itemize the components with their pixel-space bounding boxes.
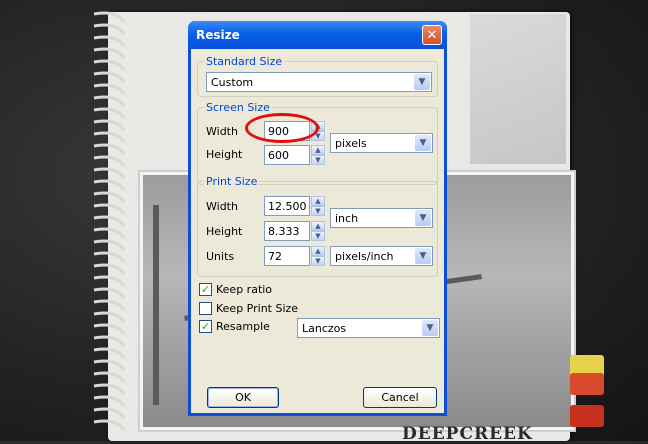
print-height-value: 8.333 bbox=[268, 225, 300, 238]
chevron-down-icon: ▼ bbox=[414, 74, 430, 90]
units-unit-select[interactable]: pixels/inch ▼ bbox=[330, 246, 433, 266]
units-value: 72 bbox=[268, 250, 282, 263]
print-unit-value: inch bbox=[335, 212, 359, 225]
print-height-input[interactable]: 8.333 bbox=[264, 221, 310, 241]
arrow-up-icon[interactable]: ▲ bbox=[311, 246, 325, 256]
dialog-body: Standard Size Custom ▼ Screen Size Width… bbox=[191, 49, 444, 413]
sketch-illustration bbox=[470, 14, 566, 164]
screen-size-group: Screen Size Width 900 ▲ ▼ Height 600 ▲ ▼… bbox=[197, 101, 438, 185]
arrow-down-icon[interactable]: ▼ bbox=[311, 231, 325, 241]
dialog-title: Resize bbox=[196, 28, 240, 42]
units-input[interactable]: 72 bbox=[264, 246, 310, 266]
highlight-ring bbox=[245, 113, 319, 143]
screen-unit-select[interactable]: pixels ▼ bbox=[330, 133, 433, 153]
chevron-down-icon: ▼ bbox=[415, 135, 431, 151]
check-icon: ✓ bbox=[200, 320, 211, 333]
screen-size-legend: Screen Size bbox=[204, 101, 272, 114]
resample-method-value: Lanczos bbox=[302, 322, 347, 335]
check-icon: ✓ bbox=[200, 283, 211, 296]
print-width-spinner[interactable]: ▲ ▼ bbox=[311, 196, 325, 216]
print-size-legend: Print Size bbox=[204, 175, 260, 188]
close-icon: ✕ bbox=[426, 28, 438, 43]
screen-height-spinner[interactable]: ▲ ▼ bbox=[311, 145, 325, 165]
brand-text: DEEPCREEK bbox=[402, 424, 533, 444]
close-button[interactable]: ✕ bbox=[422, 25, 442, 45]
screen-height-value: 600 bbox=[268, 149, 289, 162]
standard-size-legend: Standard Size bbox=[204, 55, 285, 68]
standard-size-value: Custom bbox=[211, 76, 254, 89]
keep-print-size-label[interactable]: Keep Print Size bbox=[216, 302, 298, 315]
print-height-label: Height bbox=[206, 225, 243, 238]
chevron-down-icon: ▼ bbox=[422, 320, 438, 336]
units-spinner[interactable]: ▲ ▼ bbox=[311, 246, 325, 266]
resample-label[interactable]: Resample bbox=[216, 320, 270, 333]
arrow-down-icon[interactable]: ▼ bbox=[311, 206, 325, 216]
spiral-binding bbox=[93, 11, 126, 431]
print-width-label: Width bbox=[206, 200, 238, 213]
keep-print-size-checkbox[interactable] bbox=[199, 302, 212, 315]
chevron-down-icon: ▼ bbox=[415, 248, 431, 264]
arrow-down-icon[interactable]: ▼ bbox=[311, 155, 325, 165]
print-size-group: Print Size Width 12.500 ▲ ▼ inch ▼ Heigh… bbox=[197, 175, 438, 277]
keep-ratio-label[interactable]: Keep ratio bbox=[216, 283, 272, 296]
print-width-input[interactable]: 12.500 bbox=[264, 196, 310, 216]
screen-height-label: Height bbox=[206, 148, 243, 161]
index-tabs bbox=[570, 355, 604, 435]
print-height-spinner[interactable]: ▲ ▼ bbox=[311, 221, 325, 241]
standard-size-select[interactable]: Custom ▼ bbox=[206, 72, 432, 92]
arrow-up-icon[interactable]: ▲ bbox=[311, 221, 325, 231]
screen-width-label: Width bbox=[206, 125, 238, 138]
ok-button[interactable]: OK bbox=[207, 387, 279, 408]
arrow-down-icon[interactable]: ▼ bbox=[311, 256, 325, 266]
screen-height-input[interactable]: 600 bbox=[264, 145, 310, 165]
arrow-up-icon[interactable]: ▲ bbox=[311, 196, 325, 206]
standard-size-group: Standard Size Custom ▼ bbox=[197, 55, 438, 97]
chevron-down-icon: ▼ bbox=[415, 210, 431, 226]
print-width-value: 12.500 bbox=[268, 200, 307, 213]
units-label: Units bbox=[206, 250, 235, 263]
cancel-button[interactable]: Cancel bbox=[363, 387, 437, 408]
resample-method-select[interactable]: Lanczos ▼ bbox=[297, 318, 440, 338]
arrow-up-icon[interactable]: ▲ bbox=[311, 145, 325, 155]
screen-unit-value: pixels bbox=[335, 137, 367, 150]
keep-ratio-checkbox[interactable]: ✓ bbox=[199, 283, 212, 296]
resize-dialog: Resize ✕ Standard Size Custom ▼ Screen S… bbox=[188, 21, 447, 416]
resample-checkbox[interactable]: ✓ bbox=[199, 320, 212, 333]
title-bar[interactable]: Resize ✕ bbox=[188, 21, 447, 49]
units-unit-value: pixels/inch bbox=[335, 250, 394, 263]
print-unit-select[interactable]: inch ▼ bbox=[330, 208, 433, 228]
